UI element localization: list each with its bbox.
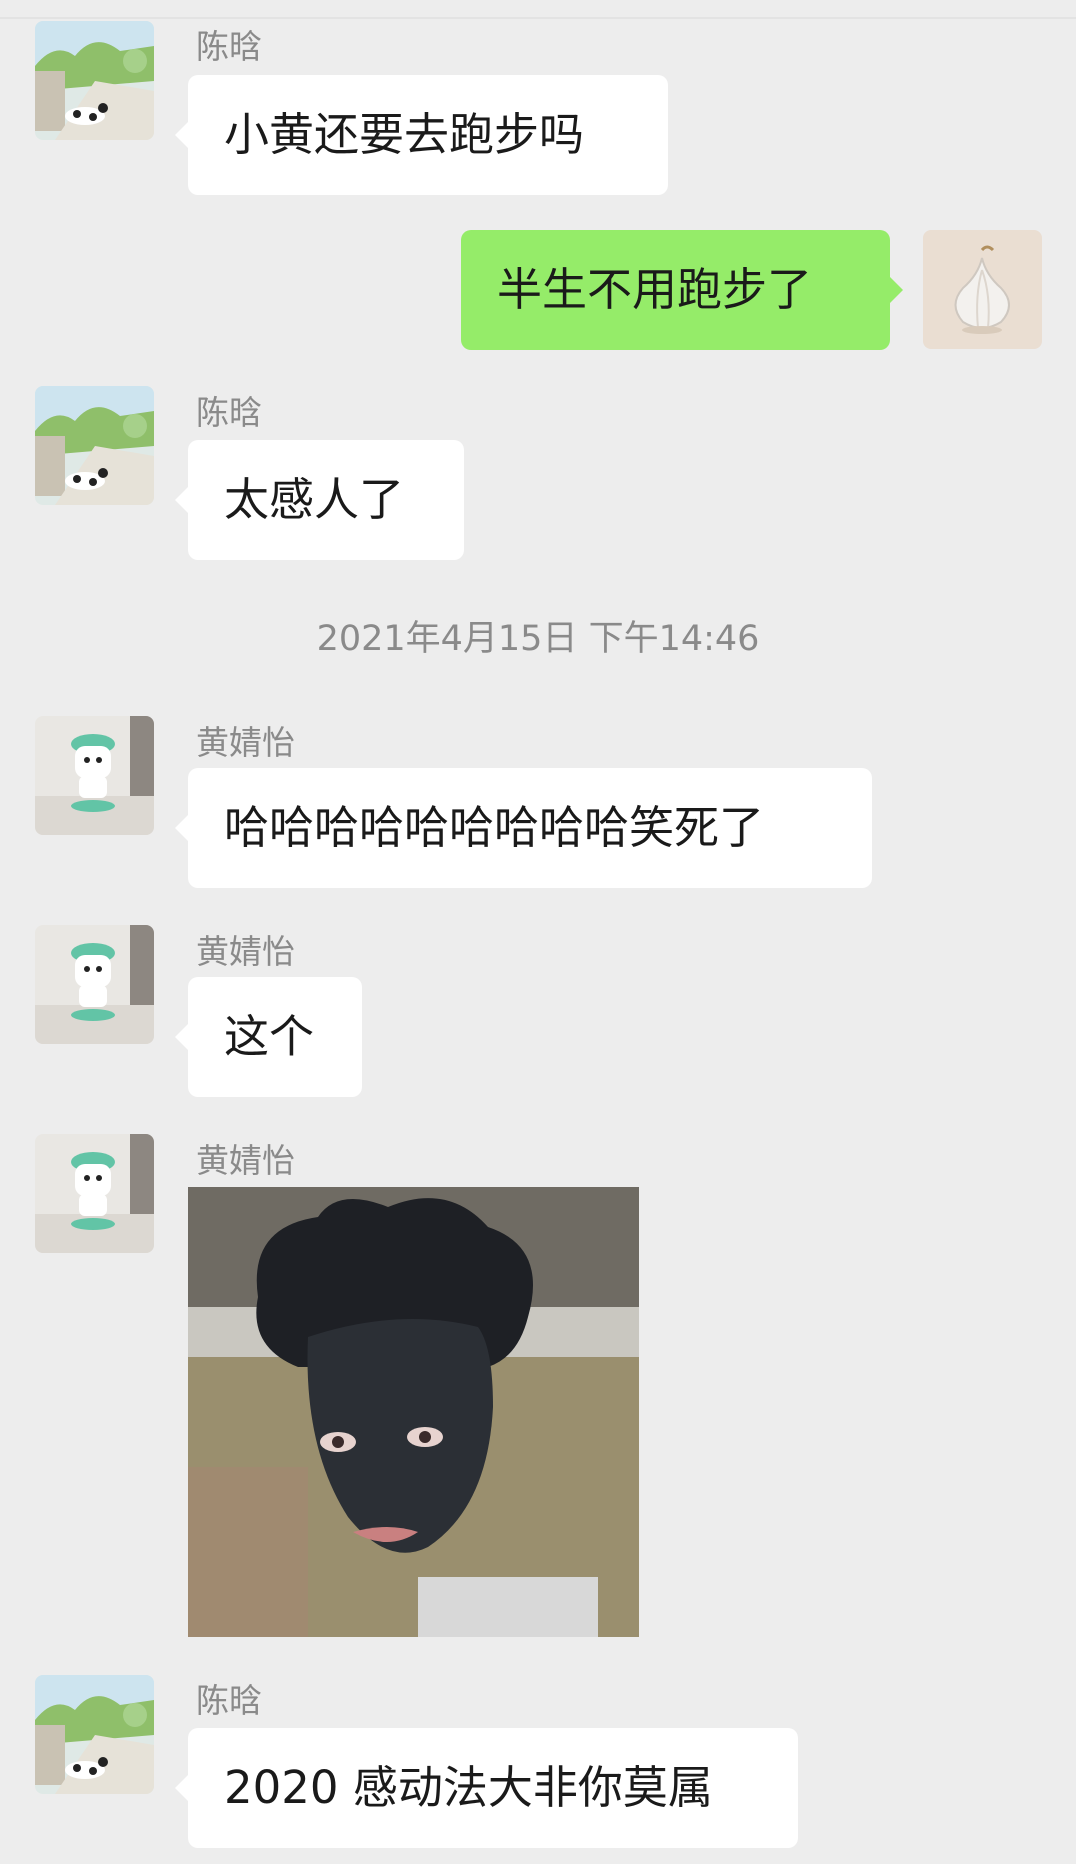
sender-name: 陈晗 [196,393,262,432]
face-meme-photo-icon [188,1187,639,1637]
pochacco-avatar-icon [35,925,154,1044]
avatar-chenhan[interactable] [35,21,154,140]
landscape-cat-avatar-icon [35,386,154,505]
sender-name: 黄婧怡 [196,932,295,971]
avatar-chenhan[interactable] [35,1675,154,1794]
avatar-self[interactable] [923,230,1042,349]
landscape-cat-avatar-icon [35,21,154,140]
message-bubble[interactable]: 小黄还要去跑步吗 [175,75,668,195]
message-bubble[interactable]: 这个 [175,977,362,1097]
garlic-avatar-icon [923,230,1042,349]
message-bubble[interactable]: 哈哈哈哈哈哈哈哈哈笑死了 [175,768,872,888]
pochacco-avatar-icon [35,1134,154,1253]
landscape-cat-avatar-icon [35,1675,154,1794]
avatar-huangjingyi[interactable] [35,925,154,1044]
avatar-chenhan[interactable] [35,386,154,505]
sender-name: 黄婧怡 [196,1141,295,1180]
avatar-huangjingyi[interactable] [35,716,154,835]
avatar-huangjingyi[interactable] [35,1134,154,1253]
message-bubble-outgoing[interactable]: 半生不用跑步了 [461,230,903,350]
timestamp: 2021年4月15日 下午14:46 [316,619,760,659]
sender-name: 黄婧怡 [196,723,295,762]
top-divider [0,17,1076,19]
image-message[interactable] [188,1187,639,1637]
pochacco-avatar-icon [35,716,154,835]
sender-name: 陈晗 [196,1681,262,1720]
sender-name: 陈晗 [196,27,262,66]
message-bubble[interactable]: 太感人了 [175,440,464,560]
message-bubble[interactable]: 2020 感动法大非你莫属 [175,1728,798,1848]
